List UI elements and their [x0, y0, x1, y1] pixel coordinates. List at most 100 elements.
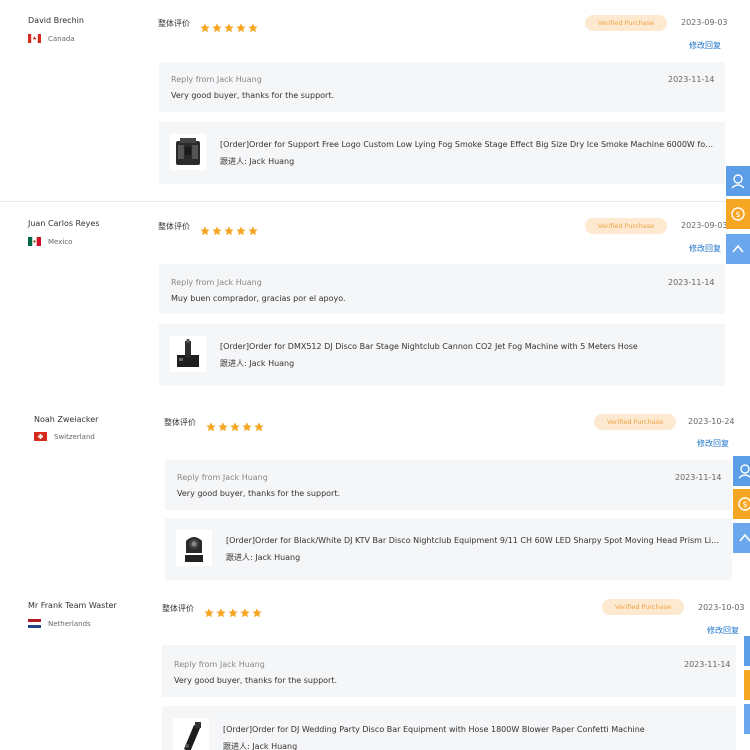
order-follower: 跟进人: Jack Huang [226, 553, 301, 562]
star-icon [200, 18, 210, 33]
reviewer-country: Switzerland [34, 432, 95, 441]
star-icon [212, 221, 222, 236]
review-card: Juan Carlos Reyes Mexico 整体评价 Verified P… [0, 202, 740, 402]
star-rating [204, 603, 262, 618]
review-list-page: David Brechin Canada 整体评价 Verified Purch… [0, 0, 750, 750]
reply-from: Reply from Jack Huang [171, 278, 262, 287]
reply-text: Muy buen comprador, gracias por el apoyo… [171, 294, 346, 303]
reply-date: 2023-11-14 [668, 278, 715, 287]
co2-jet-machine-icon[interactable] [170, 336, 206, 372]
reply-text: Very good buyer, thanks for the support. [177, 489, 341, 498]
reviewer-name: David Brechin [28, 16, 84, 25]
reviewer-country: Canada [28, 34, 75, 43]
verified-purchase-badge: Verified Purchase [594, 414, 676, 430]
customer-service-icon[interactable] [733, 456, 750, 486]
confetti-blower-icon[interactable] [173, 718, 209, 750]
star-icon [206, 417, 216, 432]
back-to-top-icon[interactable] [733, 523, 750, 553]
smoke-machine-icon[interactable] [170, 134, 206, 170]
verified-purchase-badge: Verified Purchase [585, 218, 667, 234]
order-follower: 跟进人: Jack Huang [220, 359, 295, 368]
reply-from: Reply from Jack Huang [177, 473, 268, 482]
edit-reply-link[interactable]: 修改回复 [689, 243, 721, 254]
reply-box: Reply from Jack Huang 2023-11-14 Very go… [165, 460, 732, 510]
star-icon [248, 221, 258, 236]
review-date: 2023-09-03 [681, 18, 728, 27]
verified-purchase-badge: Verified Purchase [585, 15, 667, 31]
star-icon [224, 18, 234, 33]
reviewer-name: Juan Carlos Reyes [28, 219, 100, 228]
star-icon [228, 603, 238, 618]
star-icon [230, 417, 240, 432]
reply-date: 2023-11-14 [675, 473, 722, 482]
star-icon [248, 18, 258, 33]
review-card: Mr Frank Team Waster Netherlands 整体评价 Ve… [0, 585, 745, 750]
country-name: Netherlands [48, 619, 91, 628]
reply-box: Reply from Jack Huang 2023-11-14 Muy bue… [159, 264, 725, 314]
reviewer-name: Noah Zweiacker [34, 415, 99, 424]
star-icon [242, 417, 252, 432]
edit-reply-link[interactable]: 修改回复 [689, 40, 721, 51]
star-rating [200, 18, 258, 33]
star-icon [200, 221, 210, 236]
star-icon [236, 221, 246, 236]
order-title-link[interactable]: [Order]Order for DMX512 DJ Disco Bar Sta… [220, 342, 714, 351]
customer-service-icon[interactable] [726, 166, 750, 196]
country-name: Canada [48, 34, 75, 43]
support-agent-icon[interactable]: $ [726, 199, 750, 229]
reply-text: Very good buyer, thanks for the support. [171, 91, 335, 100]
review-card: David Brechin Canada 整体评价 Verified Purch… [0, 0, 740, 200]
rating-label: 整体评价 [158, 222, 190, 231]
mexico-flag-icon [28, 237, 41, 246]
support-agent-icon[interactable] [744, 670, 750, 700]
edit-reply-link[interactable]: 修改回复 [697, 438, 729, 449]
reply-date: 2023-11-14 [684, 660, 731, 669]
edit-reply-link[interactable]: 修改回复 [707, 625, 739, 636]
verified-purchase-badge: Verified Purchase [602, 599, 684, 615]
customer-service-icon[interactable] [744, 636, 750, 666]
order-box: [Order]Order for DJ Wedding Party Disco … [162, 706, 736, 750]
rating-label: 整体评价 [158, 19, 190, 28]
star-icon [204, 603, 214, 618]
star-rating [206, 417, 264, 432]
reviewer-country: Netherlands [28, 619, 91, 628]
reply-box: Reply from Jack Huang 2023-11-14 Very go… [159, 62, 725, 112]
rating-label: 整体评价 [164, 418, 196, 427]
order-follower: 跟进人: Jack Huang [223, 742, 298, 750]
reply-text: Very good buyer, thanks for the support. [174, 676, 338, 685]
back-to-top-icon[interactable] [744, 704, 750, 734]
star-icon [224, 221, 234, 236]
reply-date: 2023-11-14 [668, 75, 715, 84]
switzerland-flag-icon [34, 432, 47, 441]
country-name: Mexico [48, 237, 73, 246]
review-card: Noah Zweiacker Switzerland 整体评价 Verified… [0, 398, 740, 588]
moving-head-light-icon[interactable] [176, 530, 212, 566]
order-title-link[interactable]: [Order]Order for Support Free Logo Custo… [220, 140, 714, 149]
reviewer-country: Mexico [28, 237, 72, 246]
order-title-link[interactable]: [Order]Order for Black/White DJ KTV Bar … [226, 536, 720, 545]
review-date: 2023-10-24 [688, 417, 735, 426]
star-rating [200, 221, 258, 236]
svg-text:$: $ [735, 210, 740, 219]
country-name: Switzerland [54, 432, 95, 441]
reply-from: Reply from Jack Huang [174, 660, 265, 669]
svg-text:$: $ [742, 500, 747, 509]
star-icon [254, 417, 264, 432]
star-icon [218, 417, 228, 432]
reviewer-name: Mr Frank Team Waster [28, 601, 117, 610]
star-icon [252, 603, 262, 618]
netherlands-flag-icon [28, 619, 41, 628]
order-follower: 跟进人: Jack Huang [220, 157, 295, 166]
review-date: 2023-10-03 [698, 603, 745, 612]
canada-flag-icon [28, 34, 41, 43]
star-icon [212, 18, 222, 33]
star-icon [240, 603, 250, 618]
reply-from: Reply from Jack Huang [171, 75, 262, 84]
support-agent-icon[interactable]: $ [733, 489, 750, 519]
star-icon [216, 603, 226, 618]
back-to-top-icon[interactable] [726, 234, 750, 264]
rating-label: 整体评价 [162, 604, 194, 613]
star-icon [236, 18, 246, 33]
order-title-link[interactable]: [Order]Order for DJ Wedding Party Disco … [223, 725, 723, 734]
order-box: [Order]Order for DMX512 DJ Disco Bar Sta… [159, 324, 725, 386]
